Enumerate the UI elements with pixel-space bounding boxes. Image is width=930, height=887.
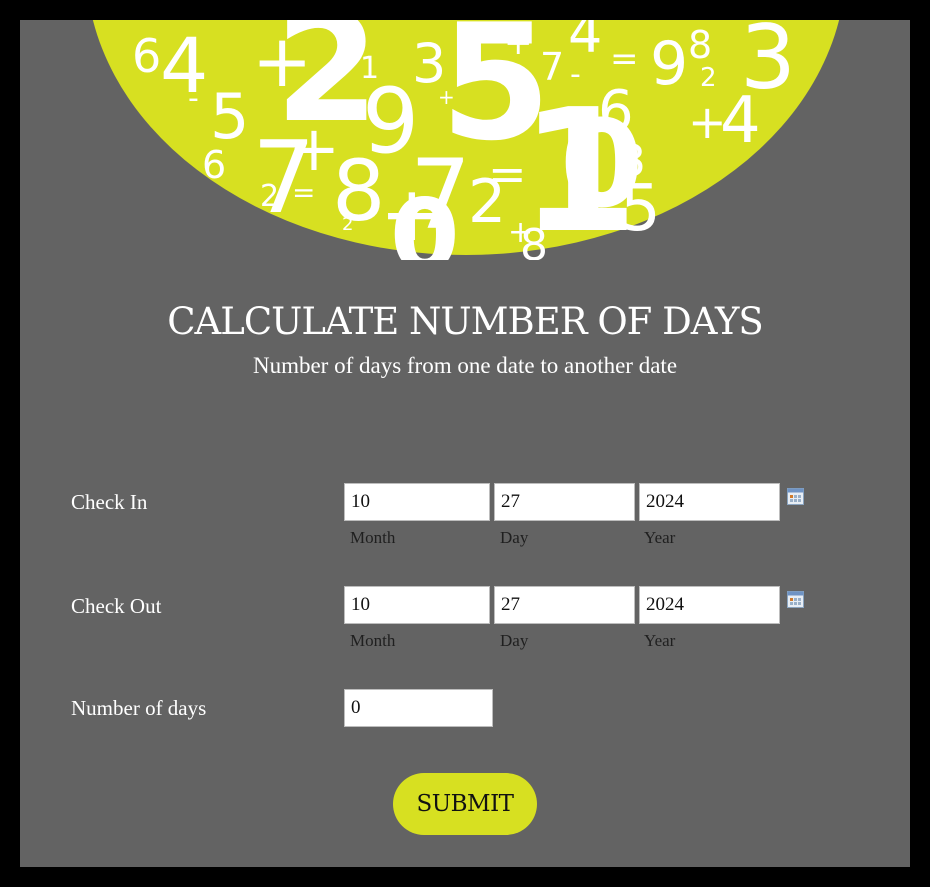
number-of-days-label: Number of days xyxy=(71,696,207,720)
check-out-month-caption: Month xyxy=(350,631,396,650)
svg-text:8: 8 xyxy=(520,220,548,260)
svg-text:9: 9 xyxy=(650,29,688,99)
svg-text:5: 5 xyxy=(620,172,661,246)
check-in-month-caption: Month xyxy=(350,528,396,547)
svg-text:4: 4 xyxy=(720,84,761,158)
numbers-banner-image: 6 4 5 - + 2 1 3 9 + 5 + 7 4 - = 9 8 2 3 … xyxy=(93,20,839,260)
check-in-label: Check In xyxy=(71,490,148,514)
svg-text:+: + xyxy=(504,23,533,63)
check-in-day-input[interactable] xyxy=(494,483,635,521)
check-in-month-input[interactable] xyxy=(344,483,490,521)
check-in-calendar-icon[interactable] xyxy=(787,488,804,505)
svg-text:2: 2 xyxy=(342,214,353,235)
page-subtitle: Number of days from one date to another … xyxy=(252,353,678,378)
check-out-year-input[interactable] xyxy=(639,586,780,624)
svg-text:=: = xyxy=(292,176,315,209)
page-title: CALCULATE NUMBER OF DAYS xyxy=(167,300,764,343)
check-out-label: Check Out xyxy=(71,594,162,618)
number-of-days-input[interactable] xyxy=(344,689,493,727)
svg-text:8: 8 xyxy=(332,142,385,240)
svg-text:-: - xyxy=(188,81,199,116)
check-out-year-caption: Year xyxy=(644,631,676,650)
check-out-calendar-icon[interactable] xyxy=(787,591,804,608)
check-out-day-input[interactable] xyxy=(494,586,635,624)
page-frame: 6 4 5 - + 2 1 3 9 + 5 + 7 4 - = 9 8 2 3 … xyxy=(20,20,910,867)
svg-text:0: 0 xyxy=(390,177,460,260)
check-out-month-input[interactable] xyxy=(344,586,490,624)
submit-button[interactable]: SUBMIT xyxy=(393,773,537,835)
svg-text:6: 6 xyxy=(202,143,226,187)
check-in-day-caption: Day xyxy=(500,528,529,547)
svg-text:4: 4 xyxy=(580,129,593,153)
check-in-year-input[interactable] xyxy=(639,483,780,521)
svg-text:2: 2 xyxy=(700,63,717,93)
svg-text:8: 8 xyxy=(688,23,712,67)
check-in-year-caption: Year xyxy=(644,528,676,547)
svg-text:4: 4 xyxy=(160,21,208,110)
svg-text:6: 6 xyxy=(132,29,161,83)
check-out-day-caption: Day xyxy=(500,631,529,650)
